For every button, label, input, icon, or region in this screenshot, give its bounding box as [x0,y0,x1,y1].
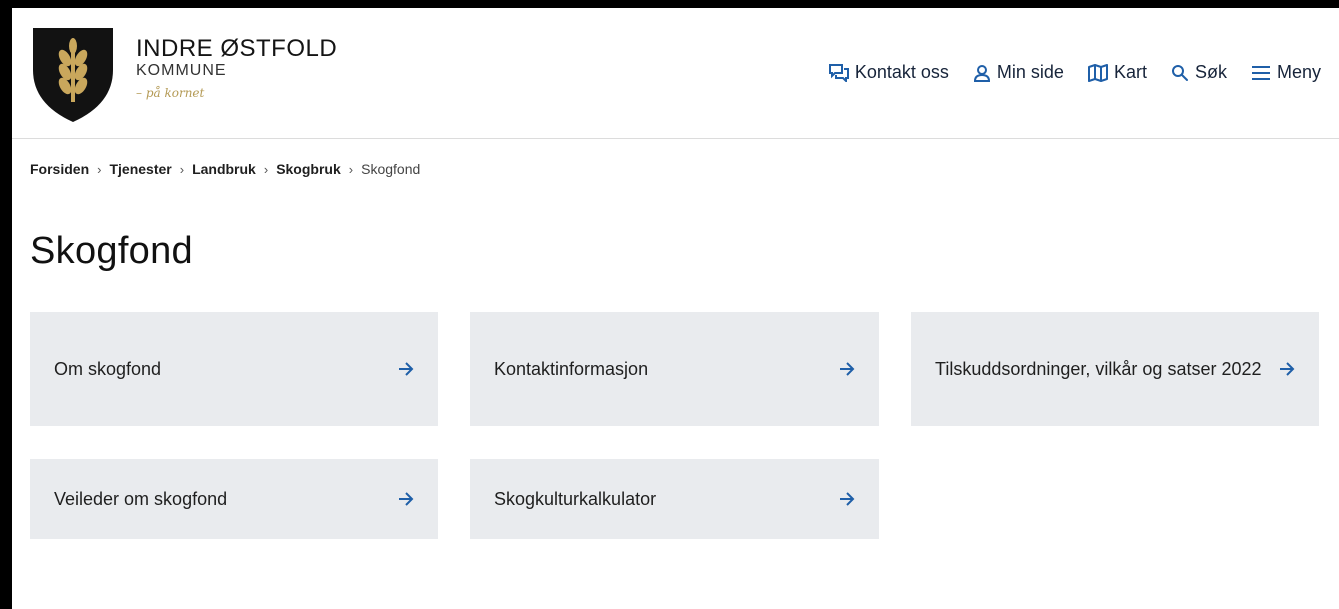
nav-map-label: Kart [1113,62,1147,82]
brand[interactable]: INDRE ØSTFOLD KOMMUNE – på kornet [136,35,338,101]
card-skogkulturkalkulator[interactable]: Skogkulturkalkulator [470,459,879,539]
arrow-right-icon [399,362,414,376]
coat-of-arms-logo[interactable] [30,26,116,124]
card-kontaktinformasjon[interactable]: Kontaktinformasjon [470,312,879,426]
card-label: Om skogfond [54,359,162,379]
map-icon [1087,63,1108,82]
breadcrumb-separator: › [263,161,269,177]
card-label: Tilskuddsordninger, vilkår og satser 202… [935,359,1262,379]
search-icon [1171,64,1188,81]
breadcrumb-link-forsiden[interactable]: Forsiden [30,161,89,177]
card-label: Veileder om skogfond [54,489,228,509]
card-veileder-om-skogfond[interactable]: Veileder om skogfond [30,459,438,539]
nav-map[interactable]: Kart [1087,62,1147,83]
menu-icon [1251,65,1270,80]
nav-menu[interactable]: Meny [1251,62,1321,83]
nav-menu-label: Meny [1276,62,1321,82]
breadcrumb: Forsiden › Tjenester › Landbruk › Skogbr… [30,161,420,177]
nav-search[interactable]: Søk [1171,62,1227,83]
breadcrumb-separator: › [97,161,102,177]
nav-contact-label: Kontakt oss [854,62,949,82]
nav-my-page-label: Min side [996,62,1064,82]
arrow-right-icon [399,492,414,506]
page-title: Skogfond [30,230,193,272]
nav-contact[interactable]: Kontakt oss [828,62,949,83]
arrow-right-icon [840,362,855,376]
chat-icon [828,63,849,82]
card-label: Kontaktinformasjon [494,359,649,379]
top-navigation: Kontakt oss Min side Kart Søk Meny [805,62,1321,83]
brand-tagline: – på kornet [136,86,205,100]
card-label: Skogkulturkalkulator [494,489,657,509]
breadcrumb-link-landbruk[interactable]: Landbruk [192,161,256,177]
page: INDRE ØSTFOLD KOMMUNE – på kornet Kontak… [12,8,1339,609]
arrow-right-icon [840,492,855,506]
card-om-skogfond[interactable]: Om skogfond [30,312,438,426]
breadcrumb-link-tjenester[interactable]: Tjenester [109,161,171,177]
brand-subtitle: KOMMUNE [136,62,227,79]
card-tilskuddsordninger[interactable]: Tilskuddsordninger, vilkår og satser 202… [911,312,1319,426]
arrow-right-icon [1280,362,1295,376]
nav-my-page[interactable]: Min side [973,62,1064,83]
breadcrumb-current: Skogfond [361,161,421,177]
site-header: INDRE ØSTFOLD KOMMUNE – på kornet Kontak… [12,8,1339,139]
breadcrumb-link-skogbruk[interactable]: Skogbruk [276,161,341,177]
brand-name: INDRE ØSTFOLD [136,35,338,62]
breadcrumb-separator: › [348,161,354,177]
breadcrumb-separator: › [179,161,185,177]
nav-search-label: Søk [1194,62,1227,82]
user-icon [973,64,990,82]
